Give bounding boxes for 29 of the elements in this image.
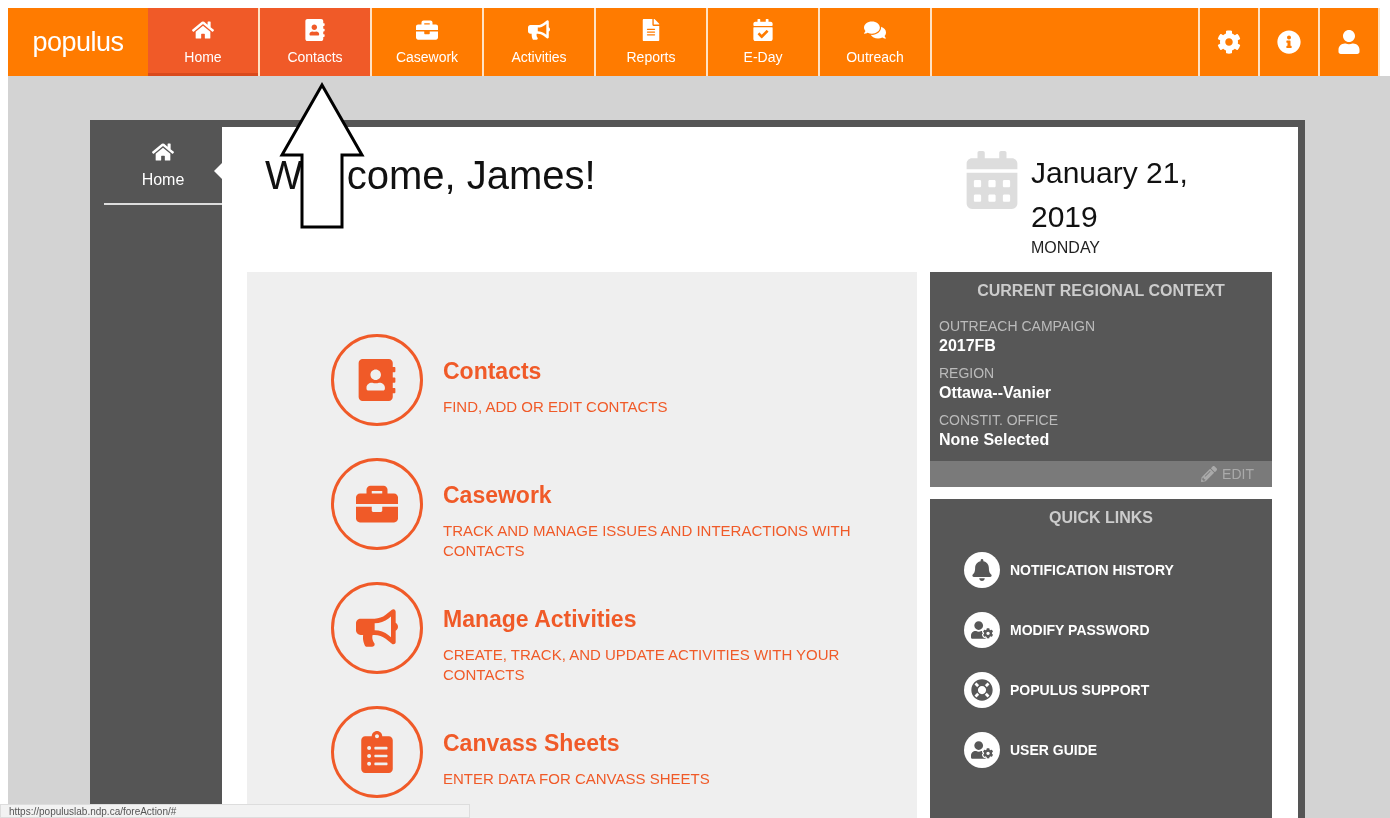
nav-tab[interactable]: Home bbox=[148, 8, 260, 76]
module-title[interactable]: Casework bbox=[443, 482, 893, 509]
field-label: REGION bbox=[939, 365, 996, 381]
field-label: CONSTIT. OFFICE bbox=[939, 412, 1059, 428]
status-bar-url: https://populuslab.ndp.ca/foreAction/# bbox=[0, 804, 470, 818]
module-description: FIND, ADD OR EDIT CONTACTS bbox=[443, 397, 669, 417]
welcome-heading: W bbox=[265, 153, 303, 199]
module-title[interactable]: Manage Activities bbox=[443, 606, 893, 633]
weekday-text: MONDAY bbox=[1031, 239, 1102, 257]
panel-title: CURRENT REGIONAL CONTEXT bbox=[976, 281, 1226, 301]
logo[interactable]: populus bbox=[8, 8, 148, 76]
field-label: OUTREACH CAMPAIGN bbox=[939, 318, 1097, 334]
quick-link[interactable]: MODIFY PASSWORD bbox=[964, 612, 1272, 648]
quick-link[interactable]: POPULUS SUPPORT bbox=[964, 672, 1272, 708]
quick-link[interactable]: NOTIFICATION HISTORY bbox=[964, 552, 1272, 588]
welcome-heading: come, James! bbox=[346, 153, 596, 199]
panel-title: QUICK LINKS bbox=[1048, 508, 1154, 528]
field-value: None Selected bbox=[939, 431, 1051, 449]
module-description: CREATE, TRACK, AND UPDATE ACTIVITIES WITH YOUR CONTACTS bbox=[443, 645, 841, 685]
field-value: Ottawa--Vanier bbox=[939, 384, 1053, 402]
module-description: ENTER DATA FOR CANVASS SHEETS bbox=[443, 769, 711, 789]
quick-link[interactable]: USER GUIDE bbox=[964, 732, 1272, 768]
year-text: 2019 bbox=[1031, 199, 1099, 235]
module-title[interactable]: Canvass Sheets bbox=[443, 730, 893, 757]
module-title[interactable]: Contacts bbox=[443, 358, 893, 385]
module-description: TRACK AND MANAGE ISSUES AND INTERACTIONS WITH CONTACTS bbox=[443, 521, 852, 561]
nav-tab[interactable]: Contacts bbox=[260, 8, 372, 76]
date-text: January 21, bbox=[1031, 155, 1188, 191]
field-value: 2017FB bbox=[939, 337, 997, 355]
